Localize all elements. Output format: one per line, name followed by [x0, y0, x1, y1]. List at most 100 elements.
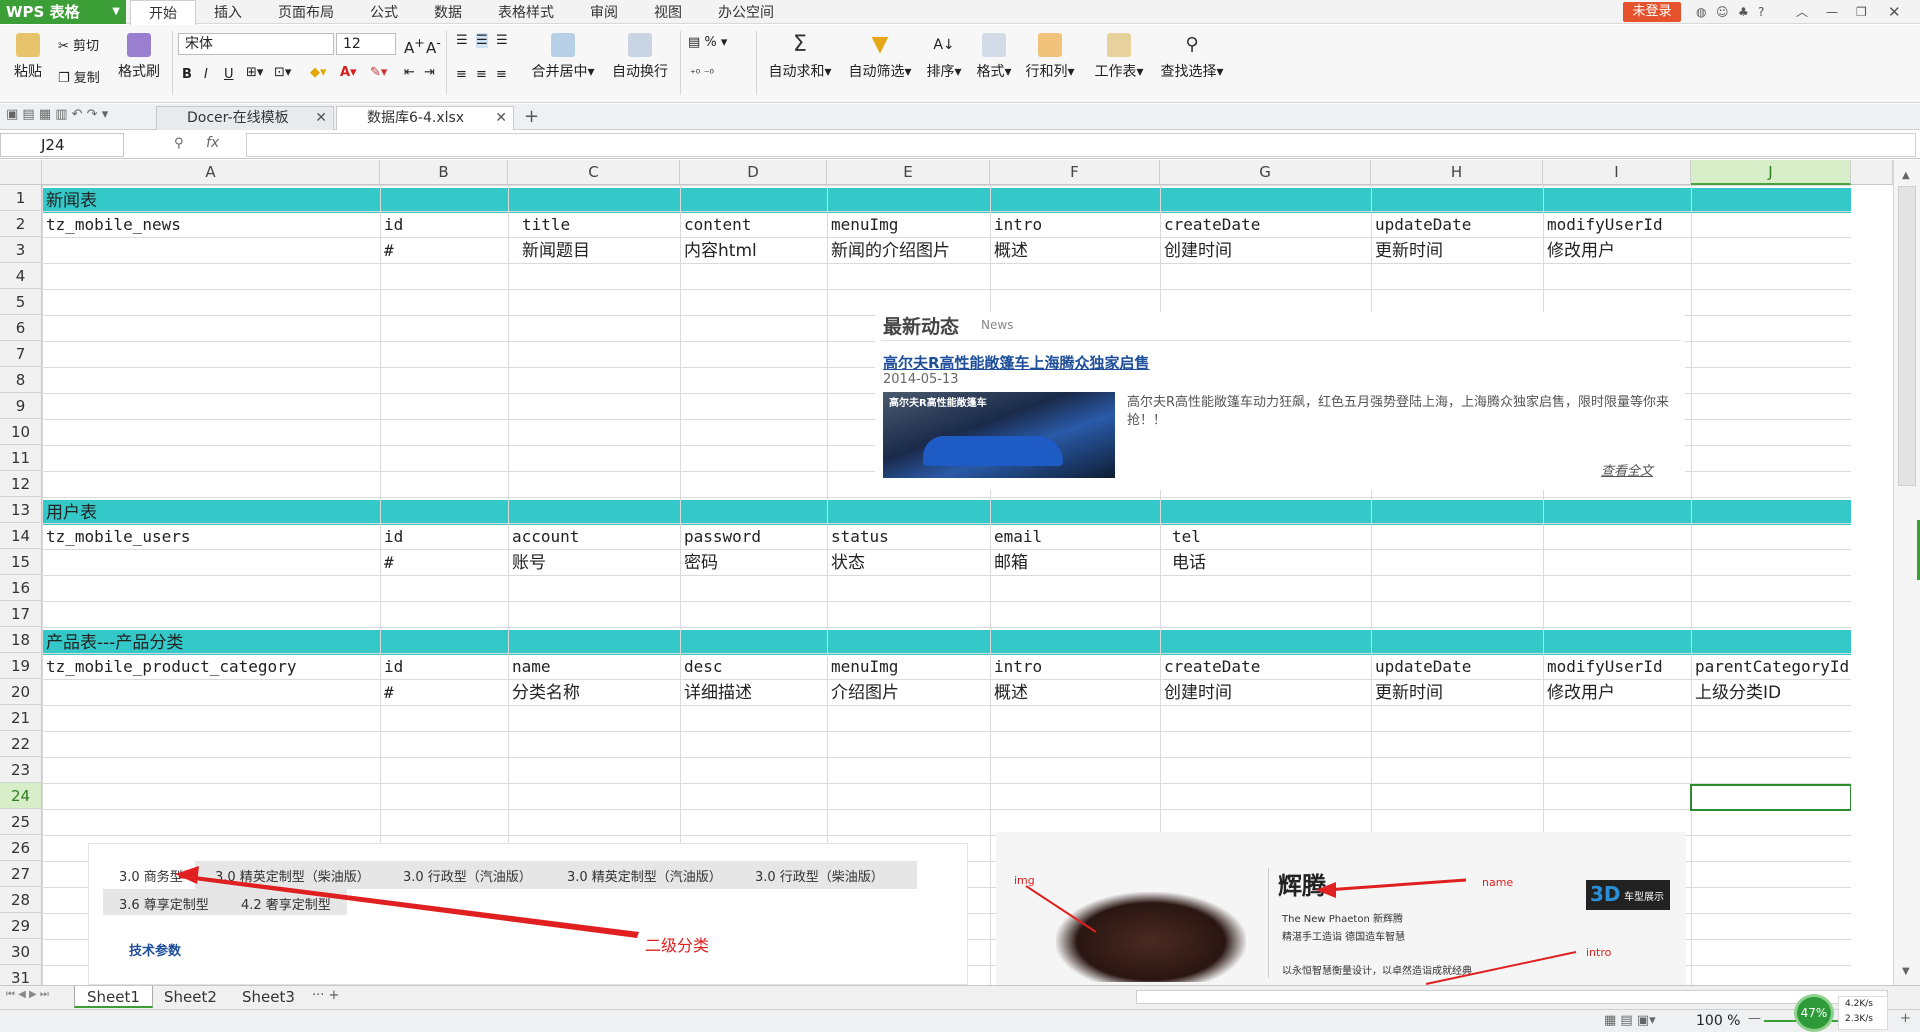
select-all-corner[interactable]: [0, 160, 42, 185]
scroll-thumb[interactable]: [1898, 186, 1916, 486]
restore-icon[interactable]: ❐: [1856, 0, 1867, 24]
menu-formula[interactable]: 公式: [352, 0, 416, 24]
font-family-select[interactable]: 宋体: [178, 33, 334, 55]
autofilter-button[interactable]: ▼ 自动筛选▾: [844, 33, 916, 81]
horizontal-scrollbar[interactable]: [1136, 990, 1888, 1004]
wps-logo-button[interactable]: WPS 表格 ▼: [0, 0, 126, 24]
row-header[interactable]: 10: [0, 419, 42, 445]
merge-center-button[interactable]: 合并居中▾: [528, 33, 598, 81]
merge-border-icon[interactable]: ⊡▾: [274, 65, 291, 80]
sheet-tab-2[interactable]: Sheet2: [152, 986, 229, 1008]
row-header[interactable]: 15: [0, 549, 42, 575]
row-header[interactable]: 20: [0, 679, 42, 705]
row-header[interactable]: 28: [0, 887, 42, 913]
scroll-down-icon[interactable]: ▼: [1902, 966, 1910, 977]
row-header[interactable]: 26: [0, 835, 42, 861]
row-header[interactable]: 3: [0, 237, 42, 263]
shrink-font-icon[interactable]: A-: [426, 35, 441, 57]
fx-icon[interactable]: fx: [206, 135, 219, 151]
collapse-ribbon-icon[interactable]: ︿: [1796, 0, 1808, 24]
row-header[interactable]: 11: [0, 445, 42, 471]
row-header[interactable]: 4: [0, 263, 42, 289]
sort-button[interactable]: A↓ 排序▾: [922, 33, 966, 81]
tab-workbook[interactable]: 数据库6-4.xlsx ✕: [336, 106, 514, 130]
col-header-i[interactable]: I: [1543, 160, 1691, 185]
sheet-nav-icons[interactable]: ⏮ ◀ ▶ ⏭: [6, 989, 49, 1000]
tab-docer[interactable]: Docer-在线模板 ✕: [156, 106, 334, 130]
cut-button[interactable]: ✂ 剪切: [58, 35, 99, 54]
row-header[interactable]: 12: [0, 471, 42, 497]
align-left-icon[interactable]: ≡: [456, 67, 467, 82]
name-box[interactable]: J24: [0, 133, 124, 157]
product-category-image[interactable]: 3.0 商务型 3.0 精英定制型（柴油版） 3.0 行政型（汽油版） 3.0 …: [88, 843, 968, 985]
menu-review[interactable]: 审阅: [572, 0, 636, 24]
indent-decrease-icon[interactable]: ⇤: [404, 65, 415, 80]
close-icon[interactable]: ✕: [1888, 0, 1901, 24]
sheet-tab-1[interactable]: Sheet1: [74, 986, 153, 1008]
menu-office-space[interactable]: 办公空间: [700, 0, 792, 24]
feedback-icon[interactable]: ☺: [1716, 0, 1729, 24]
fill-color-icon[interactable]: ◆▾: [310, 65, 327, 80]
close-icon[interactable]: ✕: [495, 107, 507, 129]
vertical-scrollbar[interactable]: ▲ ▼: [1893, 160, 1920, 985]
align-middle-icon[interactable]: ☰: [476, 33, 488, 48]
bold-icon[interactable]: B: [182, 67, 192, 82]
col-header-c[interactable]: C: [508, 160, 680, 185]
col-header-b[interactable]: B: [380, 160, 508, 185]
row-header[interactable]: 25: [0, 809, 42, 835]
formula-input[interactable]: [246, 133, 1916, 157]
row-header[interactable]: 21: [0, 705, 42, 731]
row-header[interactable]: 14: [0, 523, 42, 549]
menu-home[interactable]: 开始: [130, 0, 196, 26]
row-header[interactable]: 19: [0, 653, 42, 679]
row-header[interactable]: 29: [0, 913, 42, 939]
login-button[interactable]: 未登录: [1623, 2, 1681, 22]
zoom-search-icon[interactable]: ⚲: [174, 136, 184, 151]
row-header[interactable]: 24: [0, 783, 42, 809]
format-painter-button[interactable]: 格式刷: [114, 33, 164, 81]
menu-insert[interactable]: 插入: [196, 0, 260, 24]
font-size-select[interactable]: 12: [336, 33, 396, 55]
col-header-e[interactable]: E: [827, 160, 990, 185]
clear-format-icon[interactable]: ✎▾: [370, 65, 387, 80]
row-header[interactable]: 8: [0, 367, 42, 393]
row-header[interactable]: 13: [0, 497, 42, 523]
row-header[interactable]: 5: [0, 289, 42, 315]
align-top-icon[interactable]: ☰: [456, 33, 468, 48]
wrap-text-button[interactable]: 自动换行: [608, 33, 672, 81]
menu-data[interactable]: 数据: [416, 0, 480, 24]
selected-cell-j24[interactable]: [1690, 784, 1851, 811]
news-screenshot-image[interactable]: 最新动态 News 高尔夫R高性能敞篷车上海腾众独家启售 2014-05-13 …: [875, 312, 1685, 490]
col-header-d[interactable]: D: [680, 160, 827, 185]
font-color-icon[interactable]: A▾: [340, 65, 357, 80]
row-header[interactable]: 9: [0, 393, 42, 419]
close-icon[interactable]: ✕: [315, 107, 327, 129]
indent-increase-icon[interactable]: ⇥: [424, 65, 435, 80]
menu-view[interactable]: 视图: [636, 0, 700, 24]
car-detail-image[interactable]: img 辉腾 The New Phaeton 新辉腾 精湛手工造诣 德国造车智慧…: [996, 832, 1686, 985]
menu-page-layout[interactable]: 页面布局: [260, 0, 352, 24]
row-header[interactable]: 22: [0, 731, 42, 757]
row-header[interactable]: 7: [0, 341, 42, 367]
quick-access-icons[interactable]: ▣ ▤ ▦ ▥ ↶ ↷ ▾: [6, 107, 108, 122]
add-sheet-icon[interactable]: ··· +: [312, 988, 339, 1003]
align-center-icon[interactable]: ≡: [476, 67, 487, 82]
zoom-in-icon[interactable]: +: [1900, 1011, 1911, 1026]
col-header-j[interactable]: J: [1691, 160, 1851, 185]
view-mode-icons[interactable]: ▦ ▤ ▣▾: [1604, 1013, 1656, 1028]
sheet-tab-3[interactable]: Sheet3: [230, 986, 307, 1008]
col-header-f[interactable]: F: [990, 160, 1160, 185]
minimize-icon[interactable]: —: [1826, 0, 1838, 24]
row-header[interactable]: 16: [0, 575, 42, 601]
row-header[interactable]: 17: [0, 601, 42, 627]
zoom-out-icon[interactable]: —: [1748, 1011, 1761, 1026]
grow-font-icon[interactable]: A+: [404, 35, 425, 57]
col-header-g[interactable]: G: [1160, 160, 1371, 185]
copy-button[interactable]: ❐ 复制: [58, 67, 100, 86]
shirt-icon[interactable]: ♣: [1738, 0, 1749, 24]
row-header[interactable]: 23: [0, 757, 42, 783]
border-icon[interactable]: ⊞▾: [246, 65, 263, 80]
scroll-up-icon[interactable]: ▲: [1902, 170, 1910, 181]
decimal-icon[interactable]: ⁺⁰ ⁻⁰: [690, 67, 714, 80]
new-tab-icon[interactable]: +: [524, 106, 539, 127]
